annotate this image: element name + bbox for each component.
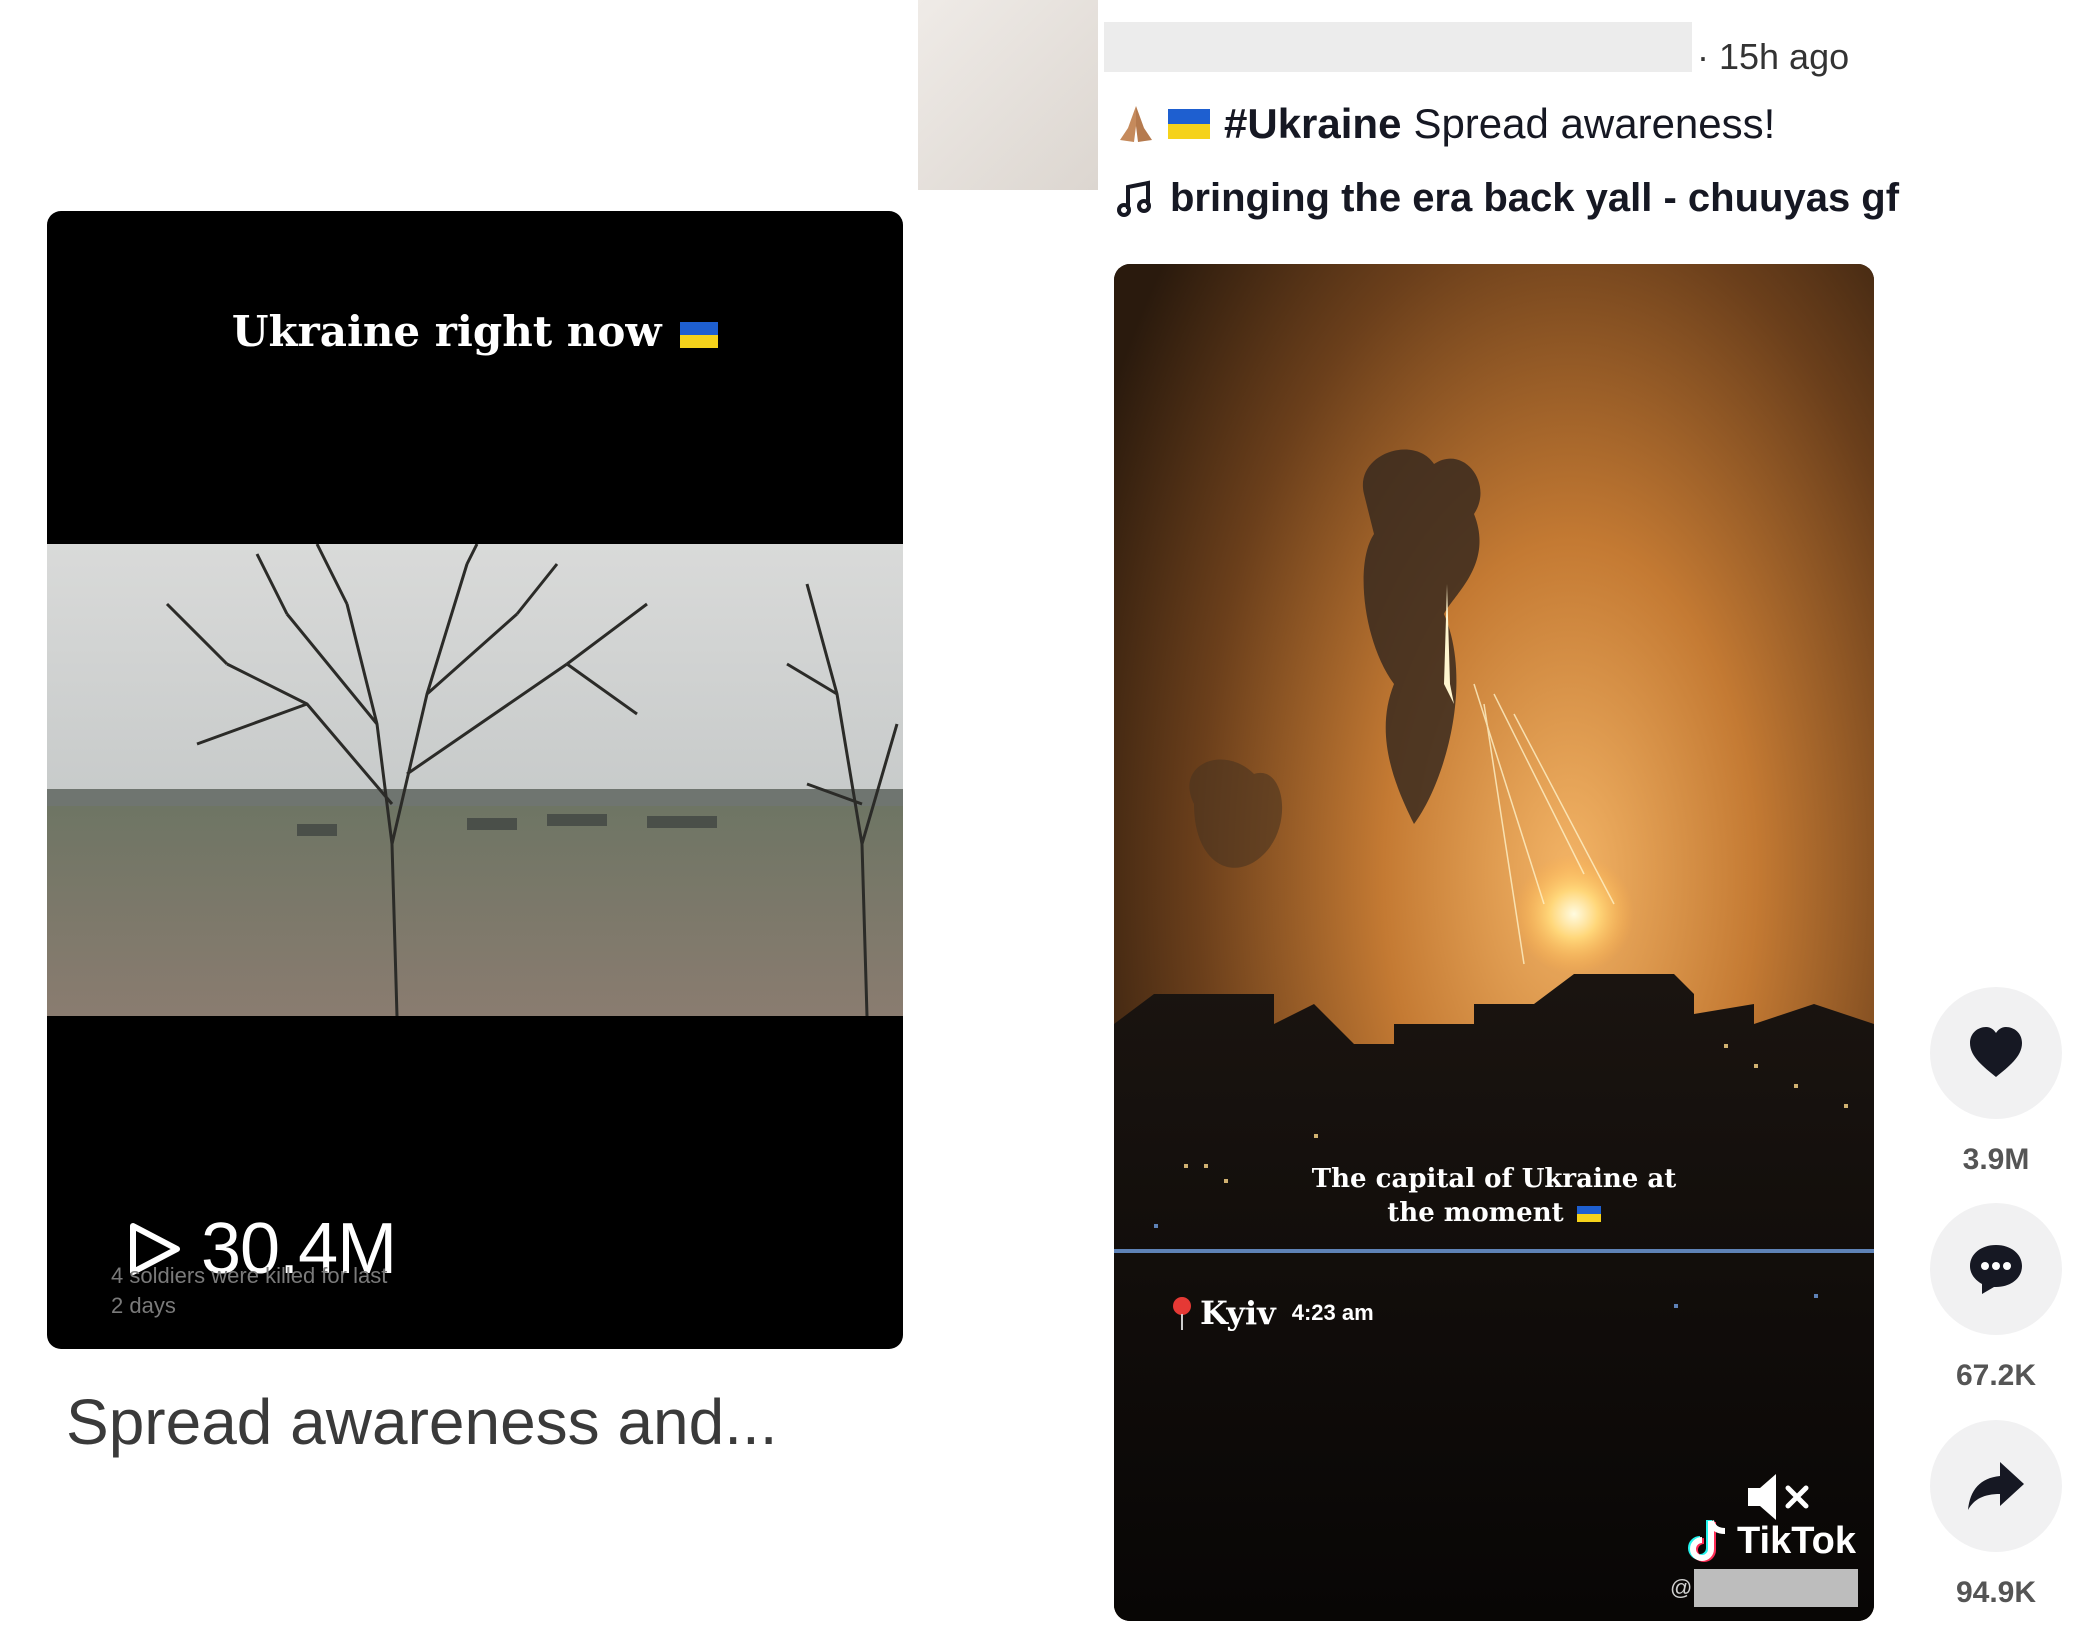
left-video-overlay-title: Ukraine right now	[47, 307, 903, 356]
video-frame	[1114, 264, 1874, 1621]
caption-text: Spread awareness!	[1413, 100, 1776, 147]
creator-handle: @	[1670, 1569, 1859, 1607]
video-caption-line: 4 soldiers were killed for last	[111, 1263, 388, 1288]
post-timestamp: · 15h ago	[1697, 36, 1850, 77]
tiktok-logo-icon	[1688, 1520, 1726, 1562]
hashtag-link[interactable]: #Ukraine	[1224, 100, 1401, 148]
ukraine-flag-icon	[1576, 1206, 1601, 1222]
mute-icon[interactable]	[1742, 1472, 1814, 1522]
share-button[interactable]	[1930, 1420, 2062, 1552]
like-count: 3.9M	[1962, 1143, 2030, 1176]
heart-icon	[1970, 1027, 2022, 1077]
username-redacted[interactable]	[1104, 22, 1692, 72]
handle-redacted	[1694, 1569, 1859, 1607]
location-time: 4:23 am	[1291, 1300, 1374, 1325]
share-count: 94.9K	[1955, 1576, 2037, 1609]
location-name: Kyiv	[1200, 1294, 1276, 1332]
tiktok-wordmark: TikTok	[1737, 1519, 1856, 1562]
post-caption: #Ukraine Spread awareness!	[1114, 100, 1775, 148]
location-pin-icon	[1173, 1297, 1191, 1330]
ukraine-flag-icon	[680, 322, 719, 348]
location-overlay: Kyiv 4:23 am	[1170, 1294, 1374, 1332]
music-title: bringing the era back yall - chuuyas gf	[1170, 176, 1900, 220]
share-icon	[1968, 1462, 2024, 1510]
like-button[interactable]	[1930, 987, 2062, 1119]
avatar[interactable]	[918, 0, 1098, 190]
left-video-card[interactable]: Ukraine right now 30.4M 4 soldiers were …	[47, 211, 903, 1349]
video-caption-line: 2 days	[111, 1293, 176, 1318]
comment-button[interactable]	[1930, 1203, 2062, 1335]
left-post-description[interactable]: Spread awareness and...	[66, 1385, 778, 1459]
video-overlay-text: The capital of Ukraine at the moment	[1311, 1164, 1677, 1228]
pray-emoji-icon	[1120, 106, 1152, 142]
handle-prefix: @	[1670, 1575, 1693, 1600]
comment-count: 67.2K	[1955, 1359, 2037, 1392]
music-note-icon	[1117, 180, 1151, 217]
left-video-frame	[47, 544, 903, 1016]
ukraine-flag-icon	[1168, 109, 1210, 139]
music-link[interactable]: bringing the era back yall - chuuyas gf	[1114, 176, 1899, 221]
comment-icon	[1970, 1245, 2022, 1294]
right-video-player[interactable]: The capital of Ukraine at the moment Kyi…	[1114, 264, 1874, 1621]
tiktok-watermark: TikTok	[1687, 1517, 1856, 1565]
